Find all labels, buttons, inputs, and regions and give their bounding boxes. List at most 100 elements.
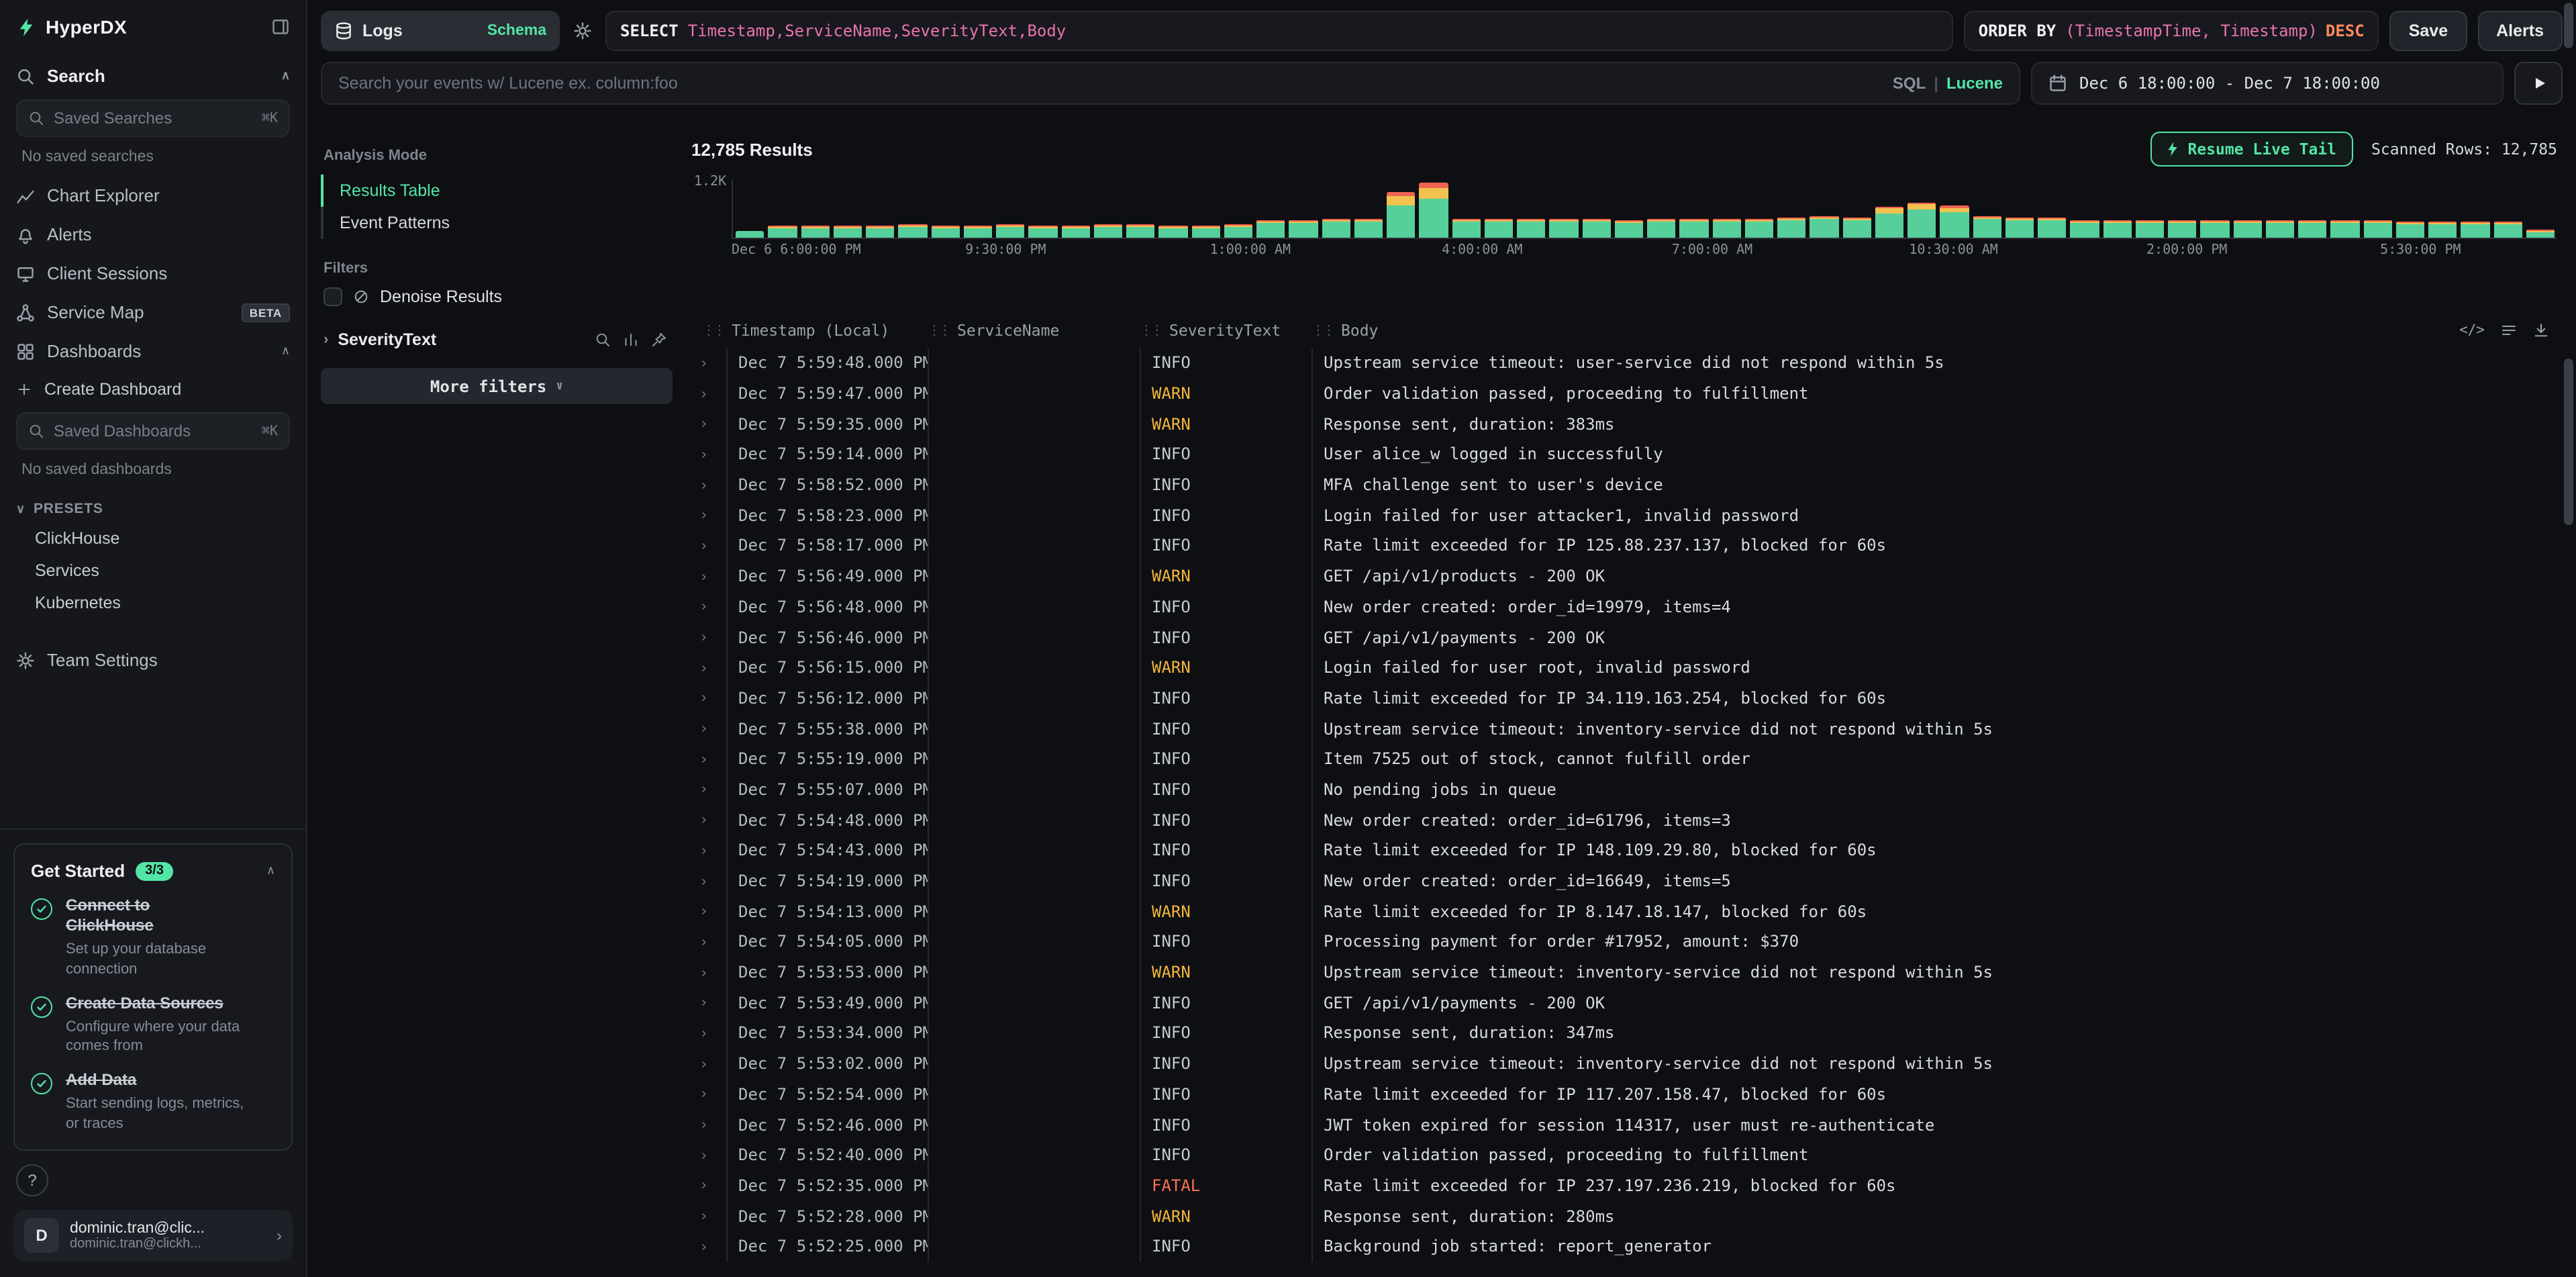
histogram-bar[interactable] [1973,216,2001,238]
histogram-bar[interactable] [1842,217,1871,238]
preset-kubernetes[interactable]: Kubernetes [0,587,306,619]
expand-row-icon[interactable]: › [691,1201,726,1231]
preset-clickhouse[interactable]: ClickHouse [0,522,306,555]
histogram-bar[interactable] [1550,219,1579,238]
log-row[interactable]: › Dec 7 5:59:47.000 PM WARN Order valida… [691,378,2557,408]
expand-row-icon[interactable]: › [691,957,726,988]
expand-row-icon[interactable]: › [691,409,726,439]
event-search-input[interactable]: Search your events w/ Lucene ex. column:… [321,62,2020,105]
histogram-bar[interactable] [2201,220,2230,238]
log-row[interactable]: › Dec 7 5:52:54.000 PM INFO Rate limit e… [691,1079,2557,1109]
table-scrollbar-thumb[interactable] [2564,359,2573,525]
histogram-bar[interactable] [866,225,895,238]
expand-row-icon[interactable]: › [691,1018,726,1048]
expand-row-icon[interactable]: › [691,865,726,896]
sidebar-item-chart-explorer[interactable]: Chart Explorer [0,176,306,215]
expand-row-icon[interactable]: › [691,774,726,804]
histogram-bar[interactable] [1517,220,1546,238]
log-row[interactable]: › Dec 7 5:53:49.000 PM INFO GET /api/v1/… [691,988,2557,1018]
expand-row-icon[interactable]: › [691,1049,726,1079]
histogram-bar[interactable] [1420,183,1448,238]
histogram-bar[interactable] [2233,220,2262,238]
sidebar-item-alerts[interactable]: Alerts [0,215,306,254]
column-header-severity-text[interactable]: ⋮⋮ SeverityText [1140,313,1311,348]
histogram-bar[interactable] [2298,220,2327,238]
histogram-bar[interactable] [899,225,928,238]
histogram-bar[interactable] [1029,225,1058,238]
histogram-bar[interactable] [1582,220,1611,238]
mode-event-patterns[interactable]: Event Patterns [321,207,673,239]
sql-mode-toggle[interactable]: SQL [1893,74,1926,93]
chevron-right-icon[interactable]: › [324,332,328,348]
log-row[interactable]: › Dec 7 5:58:23.000 PM INFO Login failed… [691,500,2557,530]
histogram-bar[interactable] [2396,221,2425,238]
log-row[interactable]: › Dec 7 5:56:12.000 PM INFO Rate limit e… [691,683,2557,713]
save-button[interactable]: Save [2390,11,2467,51]
log-row[interactable]: › Dec 7 5:56:15.000 PM WARN Login failed… [691,653,2557,683]
expand-row-icon[interactable]: › [691,561,726,592]
sidebar-item-team-settings[interactable]: Team Settings [0,641,306,679]
help-button[interactable]: ? [16,1164,48,1196]
histogram-bar[interactable] [1452,219,1481,238]
download-icon[interactable] [2533,322,2549,338]
expand-row-icon[interactable]: › [691,744,726,774]
alerts-button[interactable]: Alerts [2477,11,2563,51]
log-row[interactable]: › Dec 7 5:58:52.000 PM INFO MFA challeng… [691,470,2557,500]
saved-dashboards-input[interactable]: Saved Dashboards ⌘K [16,412,290,450]
log-row[interactable]: › Dec 7 5:56:49.000 PM WARN GET /api/v1/… [691,561,2557,592]
log-row[interactable]: › Dec 7 5:59:48.000 PM INFO Upstream ser… [691,348,2557,378]
histogram-bar[interactable] [1777,218,1806,238]
expand-row-icon[interactable]: › [691,1079,726,1109]
lucene-mode-toggle[interactable]: Lucene [1946,74,2003,93]
expand-row-icon[interactable]: › [691,683,726,713]
drag-handle-icon[interactable]: ⋮⋮ [1140,323,1161,338]
drag-handle-icon[interactable]: ⋮⋮ [702,323,724,338]
sidebar-item-service-map[interactable]: Service Map BETA [0,293,306,332]
histogram-bar[interactable] [1256,220,1285,238]
expand-row-icon[interactable]: › [691,805,726,835]
histogram-bar[interactable] [2526,229,2555,238]
histogram-bar[interactable] [1322,220,1350,238]
expand-row-icon[interactable]: › [691,988,726,1018]
log-row[interactable]: › Dec 7 5:54:43.000 PM INFO Rate limit e… [691,835,2557,865]
expand-row-icon[interactable]: › [691,835,726,865]
log-row[interactable]: › Dec 7 5:52:25.000 PM INFO Background j… [691,1231,2557,1262]
histogram-bar[interactable] [2071,220,2099,238]
log-row[interactable]: › Dec 7 5:52:35.000 PM FATAL Rate limit … [691,1170,2557,1200]
chevron-up-icon[interactable]: ∧ [281,68,290,83]
run-query-button[interactable] [2514,62,2563,105]
log-row[interactable]: › Dec 7 5:56:48.000 PM INFO New order cr… [691,592,2557,622]
bar-chart-icon[interactable] [623,332,639,348]
histogram-bar[interactable] [2136,220,2165,238]
log-row[interactable]: › Dec 7 5:53:53.000 PM WARN Upstream ser… [691,957,2557,988]
log-row[interactable]: › Dec 7 5:54:19.000 PM INFO New order cr… [691,865,2557,896]
expand-row-icon[interactable]: › [691,1109,726,1139]
expand-row-icon[interactable]: › [691,1140,726,1170]
histogram-bar[interactable] [769,226,797,238]
preset-services[interactable]: Services [0,555,306,587]
expand-row-icon[interactable]: › [691,378,726,408]
histogram-bar[interactable] [2428,221,2457,238]
histogram-bar[interactable] [2103,220,2132,238]
column-settings-icon[interactable] [2501,322,2517,338]
log-row[interactable]: › Dec 7 5:54:48.000 PM INFO New order cr… [691,805,2557,835]
sidebar-item-search[interactable]: Search ∧ [0,56,306,95]
histogram-bar[interactable] [2461,222,2490,238]
log-row[interactable]: › Dec 7 5:56:46.000 PM INFO GET /api/v1/… [691,622,2557,652]
expand-row-icon[interactable]: › [691,622,726,652]
source-settings-button[interactable] [571,19,595,43]
histogram-bar[interactable] [1940,206,1969,238]
histogram-bar[interactable] [801,225,830,238]
order-by-input[interactable]: ORDER BY (TimestampTime, Timestamp) DESC [1964,11,2379,51]
histogram-bar[interactable] [1680,220,1709,238]
denoise-checkbox[interactable] [324,287,342,306]
search-icon[interactable] [595,332,611,348]
histogram-bar[interactable] [1094,225,1123,238]
collapse-sidebar-icon[interactable] [271,17,290,36]
histogram-bar[interactable] [2168,220,2197,238]
log-row[interactable]: › Dec 7 5:52:46.000 PM INFO JWT token ex… [691,1109,2557,1139]
histogram-bar[interactable] [964,225,993,238]
column-header-service-name[interactable]: ⋮⋮ ServiceName [928,313,1140,348]
log-row[interactable]: › Dec 7 5:55:38.000 PM INFO Upstream ser… [691,714,2557,744]
histogram-bar[interactable] [1875,206,1904,238]
